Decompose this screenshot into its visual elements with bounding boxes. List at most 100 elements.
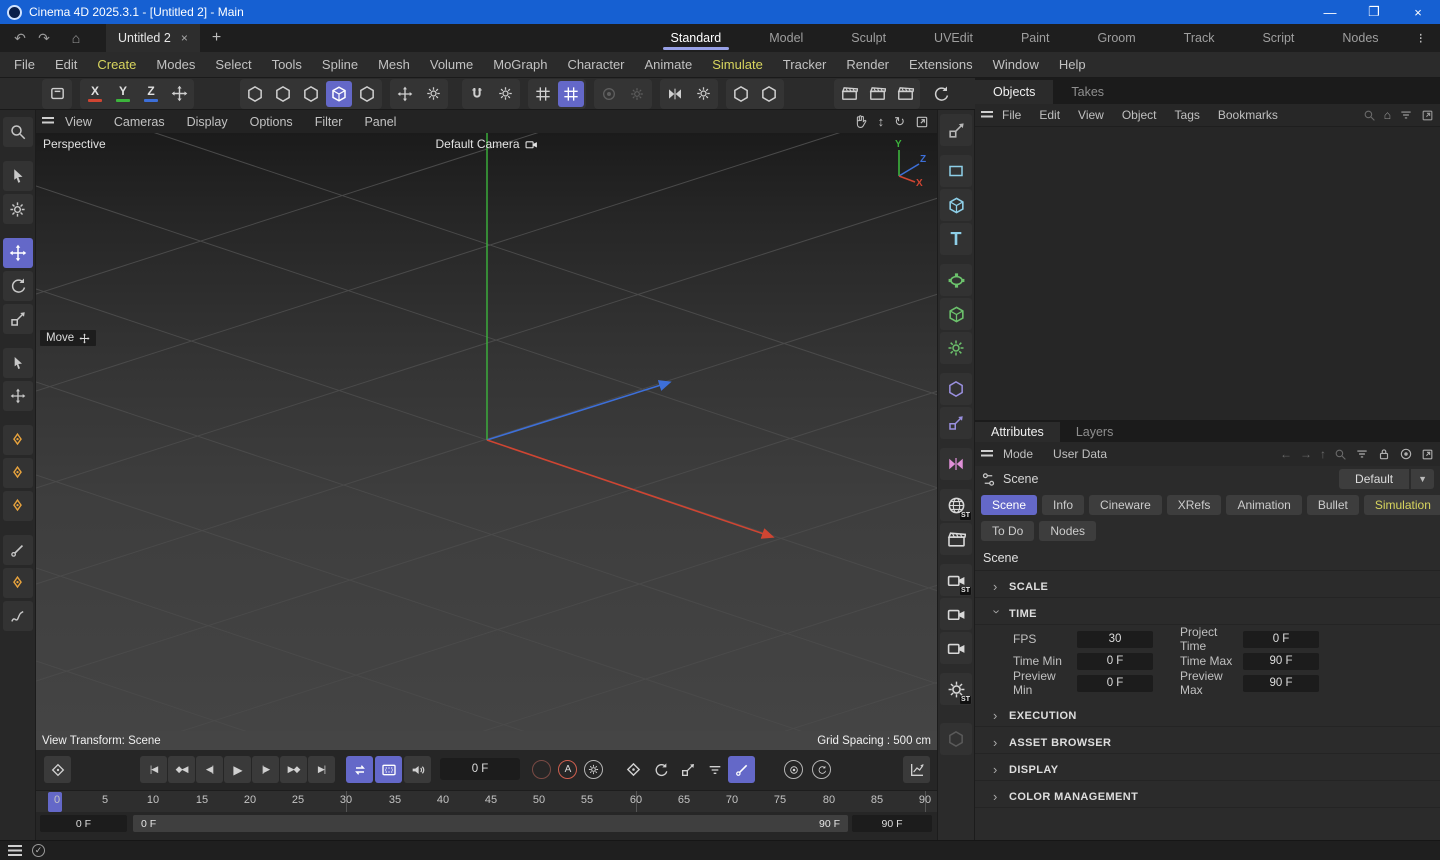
attributes-up-icon[interactable]: ↑ [1320,447,1326,461]
fcurve-graph-icon[interactable] [903,756,930,783]
spline-tools-icon[interactable] [940,114,972,146]
close-tab-icon[interactable]: × [181,31,188,45]
tab-layers[interactable]: Layers [1060,422,1130,442]
texture-mode-icon[interactable] [354,81,380,107]
attr-tab-cineware[interactable]: Cineware [1089,495,1162,515]
keyframe-settings-icon[interactable] [580,756,607,783]
view-label[interactable]: Perspective [43,137,106,151]
preview-range-icon[interactable] [375,756,402,783]
spline-primitive-icon[interactable] [940,155,972,187]
viewport-menu-panel[interactable]: Panel [353,112,407,132]
objects-menu-edit[interactable]: Edit [1030,106,1069,124]
pan-hand-icon[interactable] [853,114,868,129]
key-rotation-icon[interactable] [647,756,674,783]
layout-tab-model[interactable]: Model [745,24,827,52]
camera-label[interactable]: Default Camera [435,137,537,151]
symmetry-gear-icon[interactable] [690,81,716,107]
attributes-hamburger-icon[interactable] [981,449,993,459]
next-key-button[interactable]: ▶◆ [280,756,307,783]
x-axis-lock-button[interactable]: X [82,81,108,107]
attributes-mode-menu[interactable]: Mode [993,445,1043,463]
minimize-button[interactable]: — [1308,0,1352,24]
next-frame-button[interactable]: |▶ [252,756,279,783]
axis-settings-gear-icon[interactable] [420,81,446,107]
axis-modifier-icon[interactable] [940,407,972,439]
live-selection-icon[interactable] [2,161,33,191]
viewport-solo-icon[interactable] [728,81,754,107]
layout-tab-nodes[interactable]: Nodes [1318,24,1402,52]
model-mode-icon[interactable] [326,80,352,107]
menu-volume[interactable]: Volume [420,53,483,76]
menu-help[interactable]: Help [1049,53,1096,76]
y-axis-lock-button[interactable]: Y [110,81,136,107]
objects-search-icon[interactable] [1363,109,1376,122]
goto-end-button[interactable]: ▶| [308,756,335,783]
symmetry-icon[interactable] [662,81,688,107]
attr-tab-scene[interactable]: Scene [981,495,1038,515]
keyframe-interpolation-icon[interactable] [808,756,835,783]
sketch-tool-icon[interactable] [2,601,33,631]
attributes-back-icon[interactable]: ← [1280,447,1292,461]
status-hamburger-icon[interactable] [8,845,22,856]
menu-select[interactable]: Select [205,53,261,76]
stage-object-icon[interactable] [940,523,972,555]
viewport-hamburger-icon[interactable] [42,117,54,126]
menu-render[interactable]: Render [836,53,899,76]
redo-icon[interactable]: ↷ [32,27,56,49]
text-object-icon[interactable]: T [940,223,972,255]
attr-tab-animation[interactable]: Animation [1226,495,1302,515]
attr-tab-bullet[interactable]: Bullet [1306,495,1359,515]
preview-max-field[interactable]: 90 F [1243,674,1319,692]
key-scale-icon[interactable] [674,756,701,783]
z-axis-lock-button[interactable]: Z [138,81,164,107]
section-color-management[interactable]: › COLOR MANAGEMENT [975,786,1440,808]
attributes-popout-icon[interactable] [1421,448,1434,461]
auto-mode-icon[interactable] [756,81,782,107]
objects-menu-object[interactable]: Object [1113,106,1166,124]
loop-playback-icon[interactable] [346,756,373,783]
key-position-icon[interactable] [620,756,647,783]
attributes-forward-icon[interactable]: → [1300,447,1312,461]
light-object-icon[interactable]: ST [940,673,972,705]
layout-tab-track[interactable]: Track [1160,24,1239,52]
snap-settings-gear-icon[interactable] [492,81,518,107]
menu-simulate[interactable]: Simulate [702,53,773,76]
viewport-menu-options[interactable]: Options [239,112,304,132]
menu-mograph[interactable]: MoGraph [483,53,557,76]
volume-builder-icon[interactable] [940,298,972,330]
record-objects-icon[interactable] [528,756,555,783]
home-icon[interactable]: ⌂ [64,27,88,49]
current-frame-field[interactable]: 0 F [440,758,520,780]
rotate-tool-icon[interactable] [2,271,33,301]
layout-tab-groom[interactable]: Groom [1073,24,1159,52]
timeline-ruler[interactable]: 0 5 10 15 20 25 30 35 40 45 50 55 60 65 … [36,790,937,812]
objects-filter-icon[interactable] [1399,108,1413,122]
preview-min-field[interactable]: 0 F [1077,674,1153,692]
preset-dropdown-arrow-icon[interactable]: ▼ [1411,469,1434,489]
viewport-menu-display[interactable]: Display [176,112,239,132]
coordinate-system-icon[interactable] [166,81,192,107]
polygons-mode-icon[interactable] [298,81,324,107]
arrange-tool-icon[interactable] [2,348,33,378]
section-asset-browser[interactable]: › ASSET BROWSER [975,732,1440,754]
motion-camera-icon[interactable] [940,598,972,630]
layout-tab-script[interactable]: Script [1238,24,1318,52]
orbit-icon[interactable]: ↻ [894,114,905,130]
range-slider[interactable]: 0 F 90 F [133,815,848,832]
move-tool-icon[interactable] [2,238,33,268]
scale-tool-icon[interactable] [2,304,33,334]
menu-file[interactable]: File [4,53,45,76]
sketch-pen-icon[interactable] [2,458,33,488]
points-mode-icon[interactable] [242,81,268,107]
multi-move-tool-icon[interactable] [2,381,33,411]
attributes-track-icon[interactable] [1399,447,1413,461]
tool-box-icon[interactable] [44,81,70,107]
section-time[interactable]: › TIME [975,603,1440,625]
attr-tab-xrefs[interactable]: XRefs [1166,495,1222,515]
time-max-field[interactable]: 90 F [1243,652,1319,670]
render-view-icon[interactable] [836,81,862,107]
section-execution[interactable]: › EXECUTION [975,705,1440,727]
keyframe-preset-icon[interactable] [780,756,807,783]
tweak-tool-icon[interactable] [2,194,33,224]
range-start-field[interactable]: 0 F [40,815,127,832]
